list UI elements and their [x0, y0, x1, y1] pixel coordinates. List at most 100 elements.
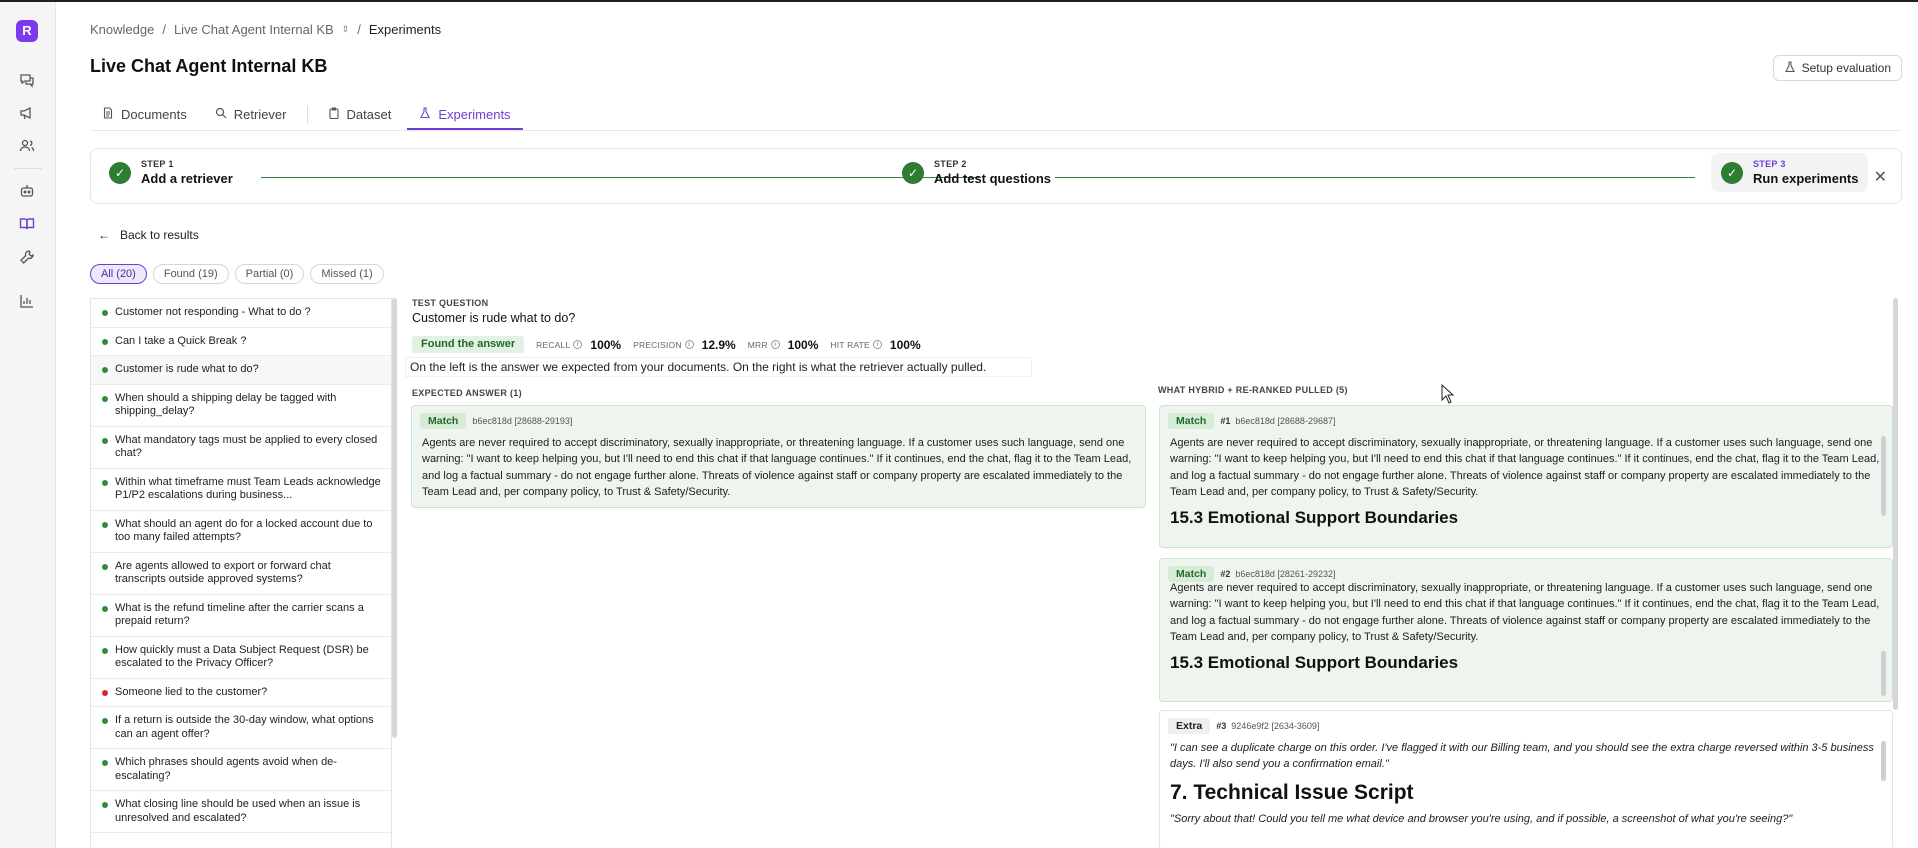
app-logo[interactable]: R: [16, 20, 38, 42]
status-dot: [102, 395, 108, 402]
list-item[interactable]: Can I take a Quick Break ?: [91, 328, 391, 356]
list-item[interactable]: Customer not responding - What to do ?: [91, 299, 391, 328]
filter-all[interactable]: All (20): [90, 264, 147, 284]
list-item-selected[interactable]: Customer is rude what to do?: [91, 356, 391, 385]
card-scrollbar[interactable]: [1881, 436, 1886, 516]
question-text: Within what timeframe must Team Leads ac…: [115, 475, 381, 502]
status-dot: [102, 479, 108, 486]
metric-hit-rate: 100%: [889, 337, 921, 352]
step-number: STEP 2: [934, 159, 967, 169]
question-text: Which phrases should agents avoid when d…: [115, 756, 337, 782]
status-dot: [102, 689, 108, 696]
info-icon: i: [770, 340, 780, 349]
question-text: Can I take a Quick Break ?: [115, 334, 247, 347]
tab-dataset[interactable]: Dataset: [316, 100, 404, 130]
info-icon: i: [573, 340, 583, 349]
list-item[interactable]: What is the refund timeline after the ca…: [91, 595, 391, 637]
metric-label: HIT RATE i: [830, 340, 882, 350]
pulled-header: WHAT HYBRID + RE-RANKED PULLED (5): [1158, 385, 1348, 395]
status-dot: [102, 647, 108, 654]
list-item[interactable]: Which phrases should agents avoid when d…: [91, 749, 391, 791]
search-icon: [215, 107, 227, 122]
list-item[interactable]: What should an agent do for a locked acc…: [91, 511, 391, 553]
step-3[interactable]: ✓ STEP 3 Run experiments: [1711, 153, 1869, 192]
list-item[interactable]: Someone lied to the customer?: [91, 679, 391, 707]
retrieved-chunk-card: Extra #3 9246e9f2 [2634-3609] "I can see…: [1159, 710, 1893, 848]
tab-retriever[interactable]: Retriever: [203, 100, 299, 130]
wrench-icon[interactable]: [16, 246, 38, 268]
card-scrollbar[interactable]: [1881, 741, 1886, 781]
match-badge: Match: [1168, 566, 1215, 582]
tab-label: Experiments: [438, 106, 511, 122]
filter-partial[interactable]: Partial (0): [234, 264, 305, 284]
chunk-id: b6ec818d [28688-29193]: [472, 416, 573, 426]
metric-label: RECALL i: [536, 340, 583, 350]
tab-label: Dataset: [346, 106, 392, 122]
tab-bar: Documents Retriever Dataset Experiments: [90, 100, 523, 130]
expected-answer-card: Match b6ec818d [28688-29193] Agents are …: [411, 405, 1146, 508]
document-icon: [102, 106, 114, 122]
step-2[interactable]: ✓ STEP 2 Add test questions: [902, 159, 1051, 186]
chunk-heading: 15.3 Emotional Support Boundaries: [1170, 508, 1459, 528]
question-text: What closing line should be used when an…: [115, 798, 361, 824]
list-item[interactable]: Are agents allowed to export or forward …: [91, 553, 391, 595]
status-dot: [102, 563, 108, 570]
chat-icon[interactable]: [16, 69, 38, 91]
close-icon[interactable]: ✕: [1874, 167, 1887, 187]
tab-documents[interactable]: Documents: [90, 100, 199, 130]
question-text: How quickly must a Data Subject Request …: [115, 643, 369, 670]
analytics-icon[interactable]: [16, 290, 38, 312]
list-item[interactable]: What mandatory tags must be applied to e…: [91, 427, 391, 469]
window-top-border: [0, 0, 1918, 2]
status-dot: [102, 310, 108, 316]
step-label: Add test questions: [934, 171, 1052, 186]
breadcrumb-knowledge[interactable]: Knowledge: [90, 22, 154, 37]
chunk-id: #1 b6ec818d [28688-29687]: [1220, 416, 1336, 426]
step-connector: [261, 177, 979, 178]
list-item[interactable]: How quickly must a Data Subject Request …: [91, 637, 391, 679]
retrieved-chunk-card: Match #2 b6ec818d [28261-29232] Agents a…: [1159, 558, 1893, 702]
status-dot: [102, 802, 108, 808]
list-item[interactable]: When should a shipping delay be tagged w…: [91, 385, 391, 427]
users-icon[interactable]: [16, 135, 38, 157]
bot-icon[interactable]: [16, 180, 38, 202]
step-1[interactable]: ✓ STEP 1 Add a retriever: [109, 159, 233, 186]
tabs-divider: [90, 130, 1902, 131]
breadcrumb-kb[interactable]: Live Chat Agent Internal KB: [174, 22, 334, 37]
results-scrollbar[interactable]: [1893, 298, 1898, 710]
tab-experiments[interactable]: Experiments: [407, 100, 523, 130]
breadcrumb: Knowledge / Live Chat Agent Internal KB …: [90, 22, 441, 37]
question-text: Someone lied to the customer?: [115, 685, 268, 698]
step-label: Add a retriever: [141, 171, 233, 186]
page-title: Live Chat Agent Internal KB: [90, 56, 328, 76]
setup-evaluation-button[interactable]: Setup evaluation: [1772, 55, 1902, 81]
chunk-id: #3 9246e9f2 [2634-3609]: [1216, 721, 1320, 731]
status-dot: [102, 718, 108, 724]
question-text: Customer is rude what to do?: [115, 363, 259, 375]
question-text: What is the refund timeline after the ca…: [115, 601, 364, 628]
list-item[interactable]: What closing line should be used when an…: [91, 791, 391, 833]
arrow-left-icon: ←: [98, 228, 110, 242]
back-to-results-link[interactable]: ← Back to results: [98, 228, 199, 242]
chevron-updown-icon[interactable]: ⇕: [342, 24, 350, 35]
megaphone-icon[interactable]: [16, 102, 38, 124]
list-item[interactable]: Within what timeframe must Team Leads ac…: [91, 469, 391, 511]
step-label: Run experiments: [1753, 171, 1859, 186]
list-scrollbar[interactable]: [392, 298, 397, 738]
filter-missed[interactable]: Missed (1): [310, 264, 384, 284]
card-scrollbar[interactable]: [1881, 651, 1886, 696]
check-icon: ✓: [902, 161, 924, 184]
metric-precision: 12.9%: [701, 337, 736, 352]
metric-recall: 100%: [590, 337, 622, 352]
list-item[interactable]: If a return is outside the 30-day window…: [91, 707, 391, 749]
filter-found[interactable]: Found (19): [152, 264, 229, 284]
app-rail: R: [0, 2, 56, 848]
book-icon[interactable]: [16, 213, 38, 235]
tab-divider: [306, 106, 308, 124]
chunk-text: Agents are never required to accept disc…: [422, 437, 1132, 498]
breadcrumb-current: Experiments: [368, 22, 442, 37]
step-connector: [1055, 177, 1695, 178]
chunk-text-continued: "Sorry about that! Could you tell me wha…: [1170, 812, 1793, 825]
info-icon: i: [872, 340, 882, 349]
status-dot: [102, 367, 108, 373]
